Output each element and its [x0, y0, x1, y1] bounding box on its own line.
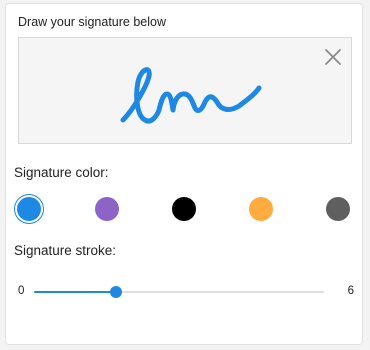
slider-max-label: 6: [347, 285, 354, 297]
color-swatch-gray[interactable]: [326, 197, 350, 221]
color-swatch-group: [14, 194, 358, 224]
close-icon: [325, 49, 341, 65]
signature-pad-panel: Draw your signature below Signature colo…: [5, 3, 363, 345]
color-swatch-orange[interactable]: [249, 197, 273, 221]
slider-min-label: 0: [18, 285, 25, 297]
stroke-slider: 0 6: [14, 280, 358, 304]
signature-canvas[interactable]: [18, 37, 352, 144]
slider-thumb[interactable]: [110, 286, 123, 298]
slider-fill: [34, 291, 117, 293]
slider-track[interactable]: [34, 286, 324, 298]
color-swatch-blue[interactable]: [17, 197, 41, 221]
color-swatch-black[interactable]: [172, 197, 196, 221]
signature-color-label: Signature color:: [14, 165, 109, 180]
clear-signature-button[interactable]: [324, 48, 342, 66]
signature-heading: Draw your signature below: [18, 15, 166, 29]
signature-stroke-label: Signature stroke:: [14, 243, 117, 258]
signature-stroke: [120, 67, 262, 124]
color-swatch-purple[interactable]: [95, 197, 119, 221]
